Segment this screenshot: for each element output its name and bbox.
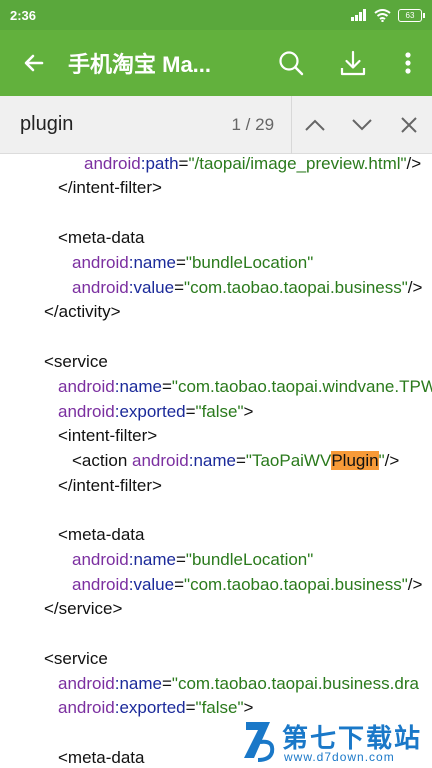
code-line: <service <box>44 649 108 668</box>
code-line: android:name="com.taobao.taopai.business… <box>58 674 419 693</box>
search-button[interactable] <box>260 30 322 96</box>
code-line: </intent-filter> <box>58 178 162 197</box>
more-options-button[interactable] <box>384 30 432 96</box>
status-icons: 63 <box>351 8 425 22</box>
xml-code-view[interactable]: android:path="/taopai/image_preview.html… <box>0 150 432 768</box>
find-bar: plugin 1 / 29 <box>0 95 432 154</box>
chevron-up-icon <box>305 119 325 131</box>
more-vert-icon <box>405 52 411 74</box>
code-line: android:exported="false"> <box>58 698 254 717</box>
code-line: android:name="bundleLocation" <box>72 253 314 272</box>
download-icon <box>340 50 366 76</box>
app-toolbar: 手机淘宝 Ma... <box>0 30 432 96</box>
toolbar-actions <box>260 30 432 96</box>
code-line: android:path="/taopai/image_preview.html… <box>84 154 422 173</box>
find-close-button[interactable] <box>385 96 432 154</box>
find-match-count: 1 / 29 <box>231 114 275 134</box>
code-line: android:name="bundleLocation" <box>72 550 314 569</box>
code-line: </service> <box>44 599 123 618</box>
code-line: android:name="com.taobao.taopai.windvane… <box>58 377 432 396</box>
status-time: 2:36 <box>10 7 37 23</box>
back-arrow-icon <box>24 54 44 72</box>
code-line: <intent-filter> <box>58 426 158 445</box>
code-line: <action android:name="TaoPaiWVPlugin"/> <box>72 451 400 470</box>
battery-icon: 63 <box>398 8 425 22</box>
code-line: </intent-filter> <box>58 476 162 495</box>
search-icon <box>279 51 304 76</box>
find-previous-button[interactable] <box>292 96 339 154</box>
code-line: android:value="com.taobao.taopai.busines… <box>72 575 423 594</box>
back-button[interactable] <box>0 30 68 96</box>
find-query-input[interactable]: plugin <box>0 113 215 136</box>
code-line: <meta-data <box>58 228 145 247</box>
signal-icon <box>351 9 366 21</box>
chevron-down-icon <box>352 118 372 130</box>
code-line: <meta-data <box>58 748 145 767</box>
watermark-url: www.d7down.com <box>284 750 395 764</box>
code-line: <service <box>44 352 108 371</box>
watermark: 第七下载站 www.d7down.com <box>240 716 432 768</box>
d7down-logo-icon <box>244 722 275 762</box>
download-button[interactable] <box>322 30 384 96</box>
find-next-button[interactable] <box>338 96 385 154</box>
toolbar-title: 手机淘宝 Ma... <box>68 52 212 77</box>
status-bar: 2:36 63 <box>0 0 432 30</box>
close-icon <box>400 116 417 133</box>
code-line: </activity> <box>44 302 121 321</box>
code-line: <meta-data <box>58 525 145 544</box>
wifi-icon <box>374 8 391 22</box>
code-line: android:value="com.taobao.taopai.busines… <box>72 278 423 297</box>
search-match-highlight: Plugin <box>331 451 379 470</box>
code-line: android:exported="false"> <box>58 402 254 421</box>
